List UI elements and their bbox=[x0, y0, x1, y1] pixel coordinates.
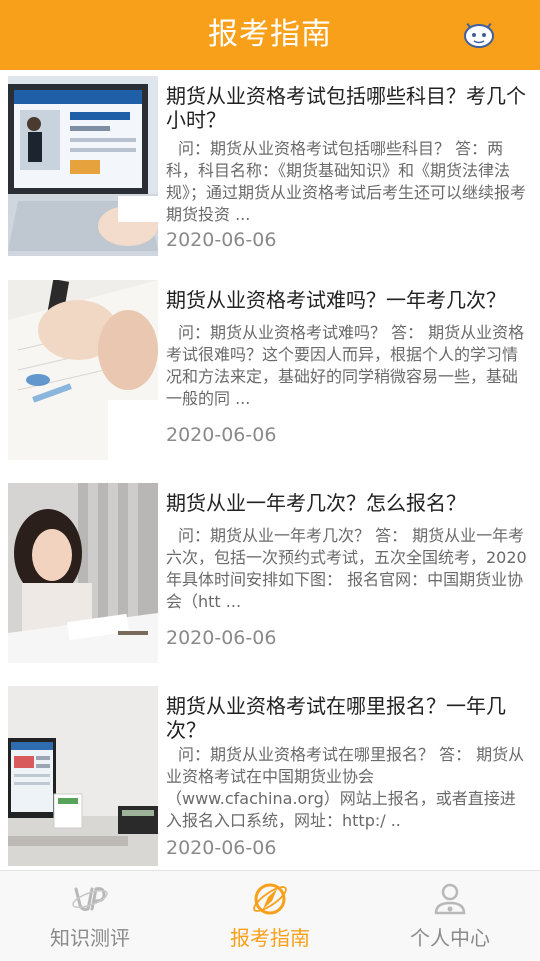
bottom-tab-bar: 知识测评 报考指南 个人中心 bbox=[0, 870, 540, 961]
app-header: 报考指南 bbox=[0, 0, 540, 70]
article-date: 2020-06-06 bbox=[166, 837, 277, 859]
article-summary: 问：期货从业资格考试包括哪些科目？ 答：两科，科目名称：《期货基础知识》和《期货… bbox=[166, 139, 527, 224]
article-summary: 问：期货从业资格考试难吗？ 答： 期货从业资格考试很难吗？这个要因人而异，根据个… bbox=[166, 323, 525, 408]
article-title[interactable]: 期货从业资格考试包括哪些科目？考几个小时？ bbox=[166, 84, 528, 132]
tab-label: 报考指南 bbox=[230, 926, 310, 950]
article-title[interactable]: 期货从业资格考试在哪里报名？一年几次？ bbox=[166, 694, 528, 742]
article-thumbnail bbox=[8, 686, 158, 866]
tab-exam-guide[interactable]: 报考指南 bbox=[180, 871, 360, 961]
tab-knowledge-test[interactable]: 知识测评 bbox=[0, 871, 180, 961]
tab-label: 知识测评 bbox=[50, 926, 130, 950]
article-summary: 问：期货从业资格考试在哪里报名？ 答： 期货从业资格考试在中国期货业协会（www… bbox=[166, 745, 525, 830]
page-title: 报考指南 bbox=[208, 17, 332, 52]
article-thumbnail bbox=[8, 483, 158, 663]
tab-label: 个人中心 bbox=[410, 926, 490, 950]
article-thumbnail bbox=[8, 76, 158, 256]
article-item[interactable]: 期货从业资格考试包括哪些科目？考几个小时？ 问：期货从业资格考试包括哪些科目？ … bbox=[0, 76, 540, 256]
article-title[interactable]: 期货从业资格考试难吗？一年考几次？ bbox=[166, 288, 528, 312]
article-title[interactable]: 期货从业一年考几次？怎么报名？ bbox=[166, 491, 528, 515]
article-date: 2020-06-06 bbox=[166, 627, 277, 649]
article-item[interactable]: 期货从业资格考试难吗？一年考几次？ 问：期货从业资格考试难吗？ 答： 期货从业资… bbox=[0, 280, 540, 460]
article-thumbnail bbox=[8, 280, 158, 460]
article-item[interactable]: 期货从业资格考试在哪里报名？一年几次？ 问：期货从业资格考试在哪里报名？ 答： … bbox=[0, 686, 540, 866]
up-logo-icon bbox=[70, 879, 110, 919]
article-summary: 问：期货从业一年考几次？ 答： 期货从业一年考六次，包括一次预约式考试，五次全国… bbox=[166, 526, 527, 611]
compass-guide-icon bbox=[250, 879, 290, 919]
article-item[interactable]: 期货从业一年考几次？怎么报名？ 问：期货从业一年考几次？ 答： 期货从业一年考六… bbox=[0, 483, 540, 663]
message-robot-icon[interactable] bbox=[462, 20, 496, 50]
tab-personal-center[interactable]: 个人中心 bbox=[360, 871, 540, 961]
article-date: 2020-06-06 bbox=[166, 424, 277, 446]
user-profile-icon bbox=[430, 879, 470, 919]
article-list[interactable]: 期货从业资格考试包括哪些科目？考几个小时？ 问：期货从业资格考试包括哪些科目？ … bbox=[0, 70, 540, 870]
article-date: 2020-06-06 bbox=[166, 229, 277, 251]
